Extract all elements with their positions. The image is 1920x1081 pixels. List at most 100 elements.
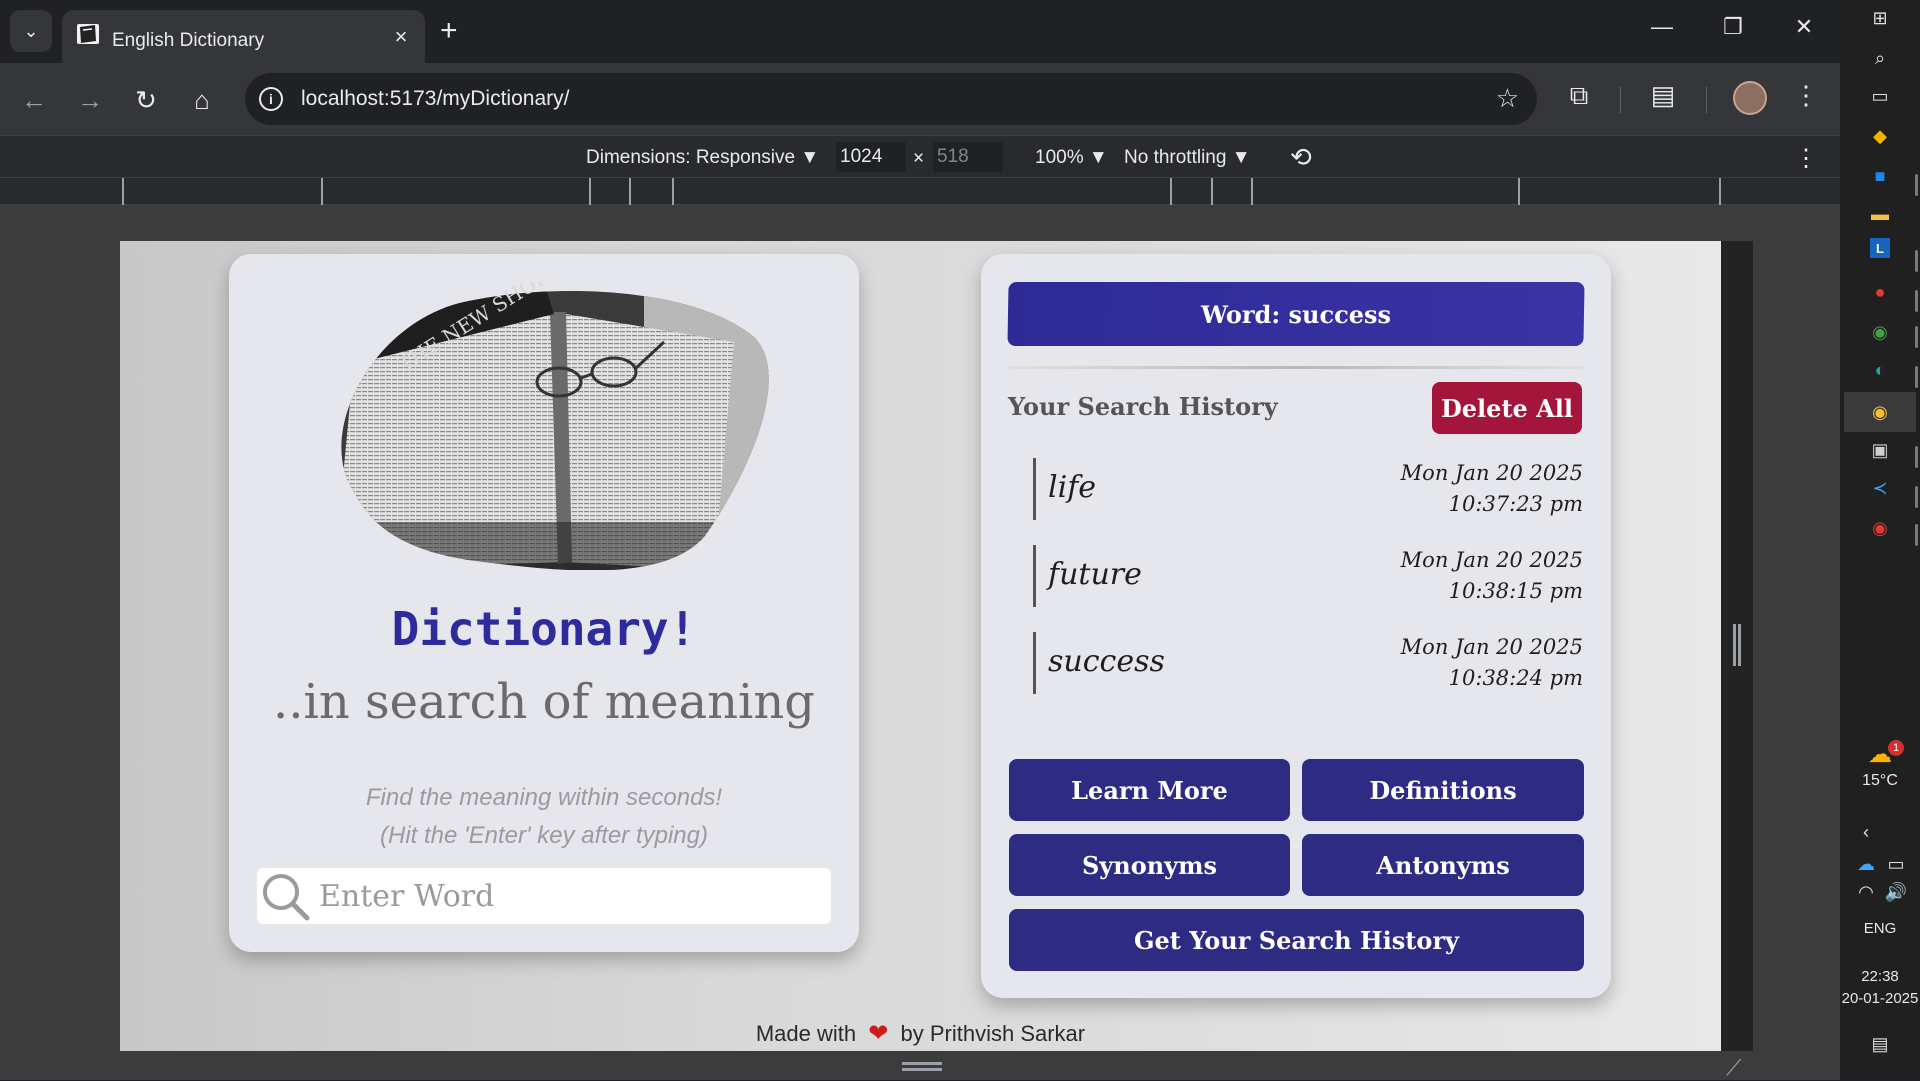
height-input[interactable]: 518 [933, 142, 1003, 172]
chrome-icon[interactable]: ◉ [1862, 316, 1898, 348]
history-timestamp: Mon Jan 20 2025 10:38:15 pm [1401, 545, 1583, 607]
search-history-heading: Your Search History [1008, 392, 1278, 421]
zoom-dropdown[interactable]: 100% ▼ [1035, 147, 1108, 169]
ruler-tick[interactable] [1251, 178, 1253, 206]
app-hint: Find the meaning within seconds! (Hit th… [229, 779, 859, 855]
history-date: Mon Jan 20 2025 [1400, 635, 1583, 659]
vscode-icon[interactable]: ≺ [1862, 472, 1898, 504]
resize-handle-bottom[interactable] [902, 1062, 942, 1071]
input-language[interactable]: ENG [1840, 920, 1920, 937]
ruler-tick[interactable] [1719, 178, 1721, 206]
history-date: Mon Jan 20 2025 [1400, 461, 1583, 485]
ruler-tick[interactable] [589, 178, 591, 206]
history-timestamp: Mon Jan 20 2025 10:38:24 pm [1401, 632, 1583, 694]
search-icon [263, 874, 310, 921]
browser-menu-icon[interactable]: ⋮ [1786, 80, 1826, 111]
new-tab-button[interactable]: + [440, 14, 458, 48]
reload-icon[interactable]: ↻ [128, 82, 164, 118]
chrome-active-icon[interactable]: ◉ [1844, 392, 1916, 432]
current-word-banner: Word: success [1007, 282, 1585, 346]
resize-corner-icon[interactable]: ⟋ [1726, 1055, 1741, 1081]
app-l-icon[interactable]: L [1870, 238, 1890, 258]
restore-button[interactable]: ❐ [1713, 14, 1753, 40]
task-view-icon[interactable]: ▭ [1862, 80, 1898, 112]
tab-close-icon[interactable]: × [390, 24, 412, 50]
history-word: life [1048, 470, 1097, 505]
learn-more-button[interactable]: Learn More [1009, 759, 1290, 821]
ruler-tick[interactable] [321, 178, 323, 206]
divider [1008, 366, 1584, 369]
dimensions-dropdown[interactable]: Dimensions: Responsive ▼ [586, 147, 819, 169]
synonyms-button[interactable]: Synonyms [1009, 834, 1290, 896]
dictionary-hero-image: THE NEW SHORTER OXFORD [341, 282, 769, 570]
browser-tab-bar: ⌄ English Dictionary × + — ❐ ✕ [0, 0, 1840, 63]
running-indicator [1915, 446, 1918, 468]
ruler-tick[interactable] [122, 178, 124, 206]
url-text[interactable]: localhost:5173/myDictionary/ [301, 87, 569, 111]
running-indicator [1915, 290, 1918, 312]
tab-search-button[interactable]: ⌄ [10, 10, 52, 52]
media-query-ruler [0, 177, 1840, 206]
outlook-icon[interactable]: ■ [1862, 160, 1898, 192]
ruler-tick[interactable] [629, 178, 631, 206]
show-hidden-icons-chevron[interactable]: ‹ [1854, 816, 1878, 848]
weather-temperature[interactable]: 15°C [1840, 772, 1920, 790]
reading-list-icon[interactable]: ▤ [1643, 80, 1683, 111]
running-indicator [1915, 326, 1918, 348]
chrome-secondary-icon[interactable]: ◉ [1862, 512, 1898, 544]
search-box[interactable] [257, 868, 831, 924]
wifi-icon[interactable]: ◠ [1854, 876, 1878, 908]
history-item[interactable]: success Mon Jan 20 2025 10:38:24 pm [1033, 632, 1583, 694]
browser-toolbar: ← → ↻ ⌂ i localhost:5173/myDictionary/ ☆… [0, 63, 1840, 135]
copilot-icon[interactable]: ◆ [1862, 120, 1898, 152]
windows-start-icon[interactable]: ⊞ [1862, 2, 1898, 34]
search-input[interactable] [319, 868, 819, 924]
extensions-icon[interactable]: ⧉ [1559, 80, 1599, 112]
address-bar[interactable]: i localhost:5173/myDictionary/ ☆ [245, 73, 1537, 125]
running-indicator [1915, 174, 1918, 196]
chrome-profile-icon[interactable]: ● [1862, 276, 1898, 308]
history-item[interactable]: life Mon Jan 20 2025 10:37:23 pm [1033, 458, 1583, 520]
devtools-more-icon[interactable]: ⋮ [1794, 144, 1818, 173]
throttling-dropdown[interactable]: No throttling ▼ [1124, 147, 1251, 169]
volume-icon[interactable]: 🔊 [1884, 876, 1908, 908]
forward-arrow-icon[interactable]: → [72, 82, 108, 118]
close-window-button[interactable]: ✕ [1784, 14, 1824, 40]
app-title: Dictionary! [391, 602, 697, 656]
clock-time[interactable]: 22:38 [1840, 968, 1920, 985]
running-indicator [1915, 524, 1918, 546]
clock-date[interactable]: 20-01-2025 [1840, 990, 1920, 1007]
profile-avatar[interactable] [1733, 81, 1767, 115]
bookmark-star-icon[interactable]: ☆ [1496, 83, 1519, 114]
resize-handle-right[interactable] [1733, 624, 1741, 666]
ruler-tick[interactable] [1518, 178, 1520, 206]
width-input[interactable]: 1024 [836, 142, 906, 172]
file-explorer-icon[interactable]: ▬ [1862, 198, 1898, 230]
search-icon[interactable]: ⌕ [1862, 42, 1898, 74]
windows-taskbar: ⊞ ⌕ ▭ ◆ ■ ▬ L ● ◉ ◐ ◉ ▣ ≺ ◉ ☁ 1 15°C ‹ ☁… [1840, 0, 1920, 1080]
get-search-history-button[interactable]: Get Your Search History [1009, 909, 1584, 971]
history-time: 10:38:15 pm [1448, 579, 1583, 603]
definitions-button[interactable]: Definitions [1302, 759, 1584, 821]
heart-icon: ❤ [868, 1020, 889, 1047]
delete-all-button[interactable]: Delete All [1432, 382, 1582, 434]
result-card: Word: success Your Search History Delete… [981, 254, 1611, 998]
ruler-tick[interactable] [672, 178, 674, 206]
hint-line-2: (Hit the 'Enter' key after typing) [380, 822, 708, 849]
edge-icon[interactable]: ◐ [1862, 354, 1898, 386]
terminal-icon[interactable]: ▣ [1862, 434, 1898, 466]
antonyms-button[interactable]: Antonyms [1302, 834, 1584, 896]
ruler-tick[interactable] [1211, 178, 1213, 206]
history-date: Mon Jan 20 2025 [1400, 548, 1583, 572]
site-info-icon[interactable]: i [259, 87, 283, 111]
notifications-icon[interactable]: ▤ [1862, 1028, 1898, 1060]
app-subtitle: ..in search of meaning [272, 674, 816, 730]
browser-tab[interactable]: English Dictionary × [62, 10, 425, 63]
rotate-icon[interactable]: ⟲ [1290, 142, 1312, 173]
back-arrow-icon[interactable]: ← [16, 82, 52, 118]
chevron-down-icon: ⌄ [23, 20, 39, 41]
home-icon[interactable]: ⌂ [184, 82, 220, 118]
minimize-button[interactable]: — [1642, 14, 1682, 40]
history-item[interactable]: future Mon Jan 20 2025 10:38:15 pm [1033, 545, 1583, 607]
ruler-tick[interactable] [1170, 178, 1172, 206]
